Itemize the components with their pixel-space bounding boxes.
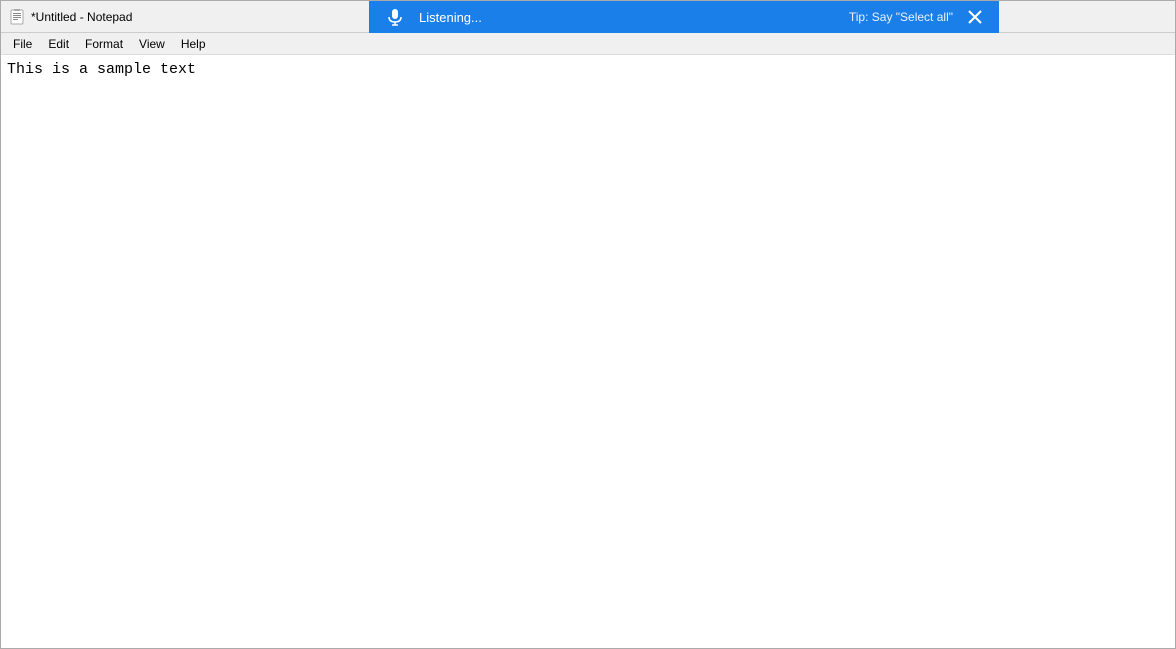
close-voice-button[interactable] [963,5,987,29]
voice-bar: Listening... Tip: Say "Select all" [369,1,999,33]
microphone-icon [381,3,409,31]
menu-format[interactable]: Format [77,35,131,53]
notepad-window: *Untitled - Notepad Listening... Tip: Sa… [0,0,1176,649]
tip-label: Tip: Say "Select all" [849,10,953,24]
title-bar: *Untitled - Notepad Listening... Tip: Sa… [1,1,1175,33]
menu-file[interactable]: File [5,35,40,53]
listening-label: Listening... [419,10,839,25]
menu-edit[interactable]: Edit [40,35,77,53]
menu-help[interactable]: Help [173,35,214,53]
text-editor[interactable] [7,59,1169,644]
menu-bar: File Edit Format View Help [1,33,1175,55]
notepad-icon [9,9,25,25]
editor-area[interactable] [1,55,1175,648]
menu-view[interactable]: View [131,35,173,53]
